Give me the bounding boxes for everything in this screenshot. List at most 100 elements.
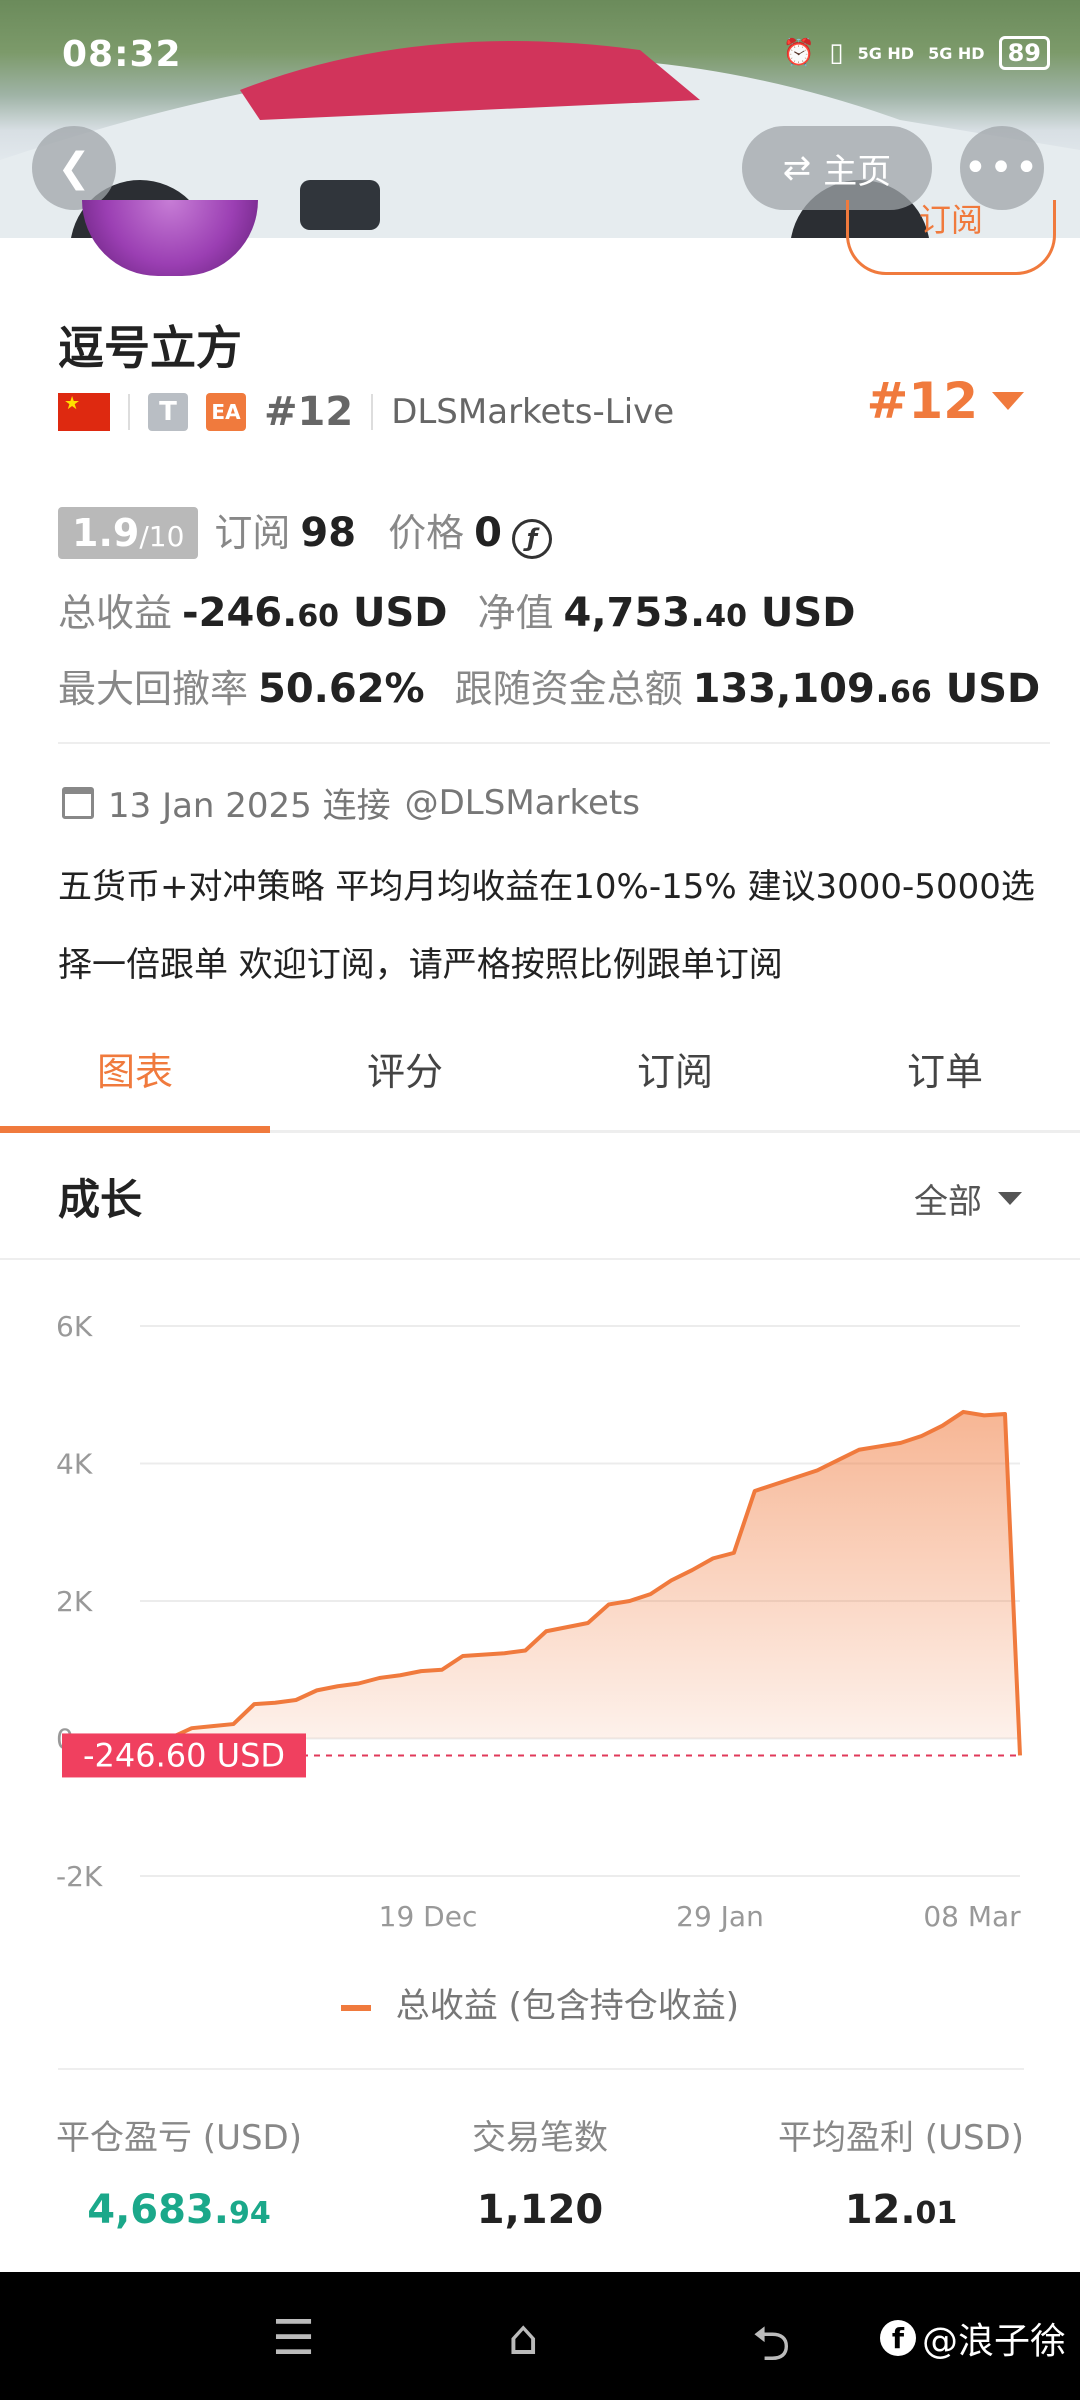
divider (58, 2068, 1024, 2070)
avatar[interactable] (82, 200, 258, 276)
broker-name: DLSMarkets-Live (391, 392, 675, 432)
more-dots-icon: ••• (963, 145, 1041, 191)
home-label: 主页 (823, 151, 892, 192)
y-tick-label: 6K (56, 1310, 93, 1343)
avg-profit-label: 平均盈利 (USD) (778, 2118, 1024, 2158)
total-profit-label: 总收益 (58, 591, 173, 635)
total-profit-unit: USD (353, 590, 448, 636)
trade-count-int: 1,120 (476, 2187, 604, 2233)
summary-stats: 平仓盈亏 (USD) 4,683.94 交易笔数 1,120 平均盈利 (USD… (0, 2110, 1080, 2233)
equity-int: 4,753. (563, 590, 706, 636)
rank-dropdown[interactable]: #12 (867, 372, 1024, 430)
follow-funds-value: 133,109.66 USD (693, 666, 1041, 712)
trade-count: 交易笔数 1,120 (472, 2110, 608, 2233)
price-label: 价格 (388, 511, 465, 555)
signal-1: 5G HD (857, 43, 915, 63)
status-bar: 08:32 ⏰ ▯ 5G HD 5G HD 89 (0, 0, 1080, 110)
battery-icon: 89 (998, 36, 1050, 70)
price-value: 0 (474, 510, 502, 556)
alarm-icon: ⏰ (782, 38, 816, 68)
divider (371, 394, 374, 430)
drawdown-value: 50.62% (258, 666, 425, 712)
follow-funds-int: 133,109. (692, 666, 891, 712)
status-time: 08:32 (62, 34, 182, 75)
growth-chart[interactable]: 6K4K2K0-2K19 Dec29 Jan08 Mar-246.60 USD (0, 1260, 1080, 1960)
rank-small: #12 (264, 389, 354, 435)
equity-label: 净值 (477, 591, 554, 635)
chart-legend: 总收益 (包含持仓收益) (0, 1978, 1080, 2027)
home-icon[interactable]: ⌂ (508, 2310, 538, 2366)
current-value-label: -246.60 USD (83, 1736, 285, 1774)
rating-value: 1.9 (72, 511, 140, 555)
more-button[interactable]: ••• (960, 126, 1044, 210)
china-flag-icon: ★ (58, 393, 110, 431)
subscribe-count-label: 订阅 (214, 511, 291, 555)
watermark-text: @浪子徐 (921, 2321, 1066, 2362)
total-profit-int: -246. (182, 590, 298, 636)
stats-row-1: 1.9/10 订阅 98 价格 0 ƒ (58, 502, 552, 559)
avg-profit-int: 12. (844, 2187, 916, 2233)
tab-rating[interactable]: 评分 (270, 1024, 540, 1130)
y-tick-label: 2K (56, 1585, 93, 1618)
trade-count-label: 交易笔数 (472, 2118, 608, 2158)
equity-unit: USD (760, 590, 856, 636)
legend-label: 总收益 (包含持仓收益) (395, 1986, 740, 2026)
avg-profit-dec: 01 (915, 2196, 958, 2231)
stats-row-2: 总收益 -246.60 USD 净值 4,753.40 USD (58, 582, 855, 637)
caret-down-icon (992, 392, 1024, 410)
divider (128, 394, 130, 430)
stats-row-3: 最大回撤率 50.62% 跟随资金总额 133,109.66 USD (58, 658, 1040, 713)
chevron-left-icon: ❮ (57, 145, 91, 191)
x-tick-label: 19 Dec (379, 1900, 478, 1933)
rating-denominator: /10 (139, 520, 185, 553)
y-tick-label: 4K (56, 1448, 93, 1481)
total-profit-dec: 60 (297, 599, 340, 634)
total-profit-value: -246.60 USD (182, 590, 447, 636)
switch-icon: ⇄ (782, 148, 812, 188)
connection-account[interactable]: @DLSMarkets (405, 783, 640, 823)
equity-value: 4,753.40 USD (564, 590, 856, 636)
follow-funds-label: 跟随资金总额 (454, 667, 683, 711)
tab-bar: 图表 评分 订阅 订单 (0, 1024, 1080, 1133)
connection-line: 13 Jan 2025 连接 @DLSMarkets (62, 778, 640, 827)
x-tick-label: 08 Mar (923, 1900, 1021, 1933)
follow-funds-dec: 66 (890, 675, 932, 710)
status-icons: ⏰ ▯ 5G HD 5G HD 89 (783, 36, 1050, 70)
back-button[interactable]: ❮ (32, 126, 116, 210)
closed-pnl: 平仓盈亏 (USD) 4,683.94 (56, 2110, 302, 2233)
follow-funds-unit: USD (945, 666, 1041, 712)
range-dropdown[interactable]: 全部 (914, 1174, 1022, 1223)
watermark: f @浪子徐 (879, 2312, 1066, 2364)
closed-pnl-value: 4,683.94 (56, 2187, 302, 2233)
tab-subscriptions[interactable]: 订阅 (540, 1024, 810, 1130)
back-icon[interactable]: ⮌ (752, 2310, 790, 2391)
subscribe-button[interactable]: 订阅 (846, 200, 1056, 275)
closed-pnl-int: 4,683. (87, 2187, 229, 2233)
avg-profit-value: 12.01 (778, 2187, 1024, 2233)
signal-2: 5G HD (928, 43, 985, 63)
growth-header: 成长 全部 (0, 1130, 1080, 1260)
tab-chart[interactable]: 图表 (0, 1024, 270, 1133)
strategy-description: 五货币+对冲策略 平均月均收益在10%-15% 建议3000-5000选择一倍跟… (58, 867, 1035, 985)
closed-pnl-label: 平仓盈亏 (USD) (56, 2118, 302, 2158)
strategy-name: 逗号立方 (58, 321, 242, 375)
vibrate-icon: ▯ (829, 38, 844, 68)
badge-ea: EA (206, 393, 246, 431)
system-nav-bar: ☰ ⌂ ⮌ f @浪子徐 (0, 2272, 1080, 2400)
y-tick-label: -2K (56, 1860, 103, 1893)
range-label: 全部 (914, 1182, 982, 1222)
closed-pnl-dec: 94 (228, 2196, 271, 2231)
tab-orders[interactable]: 订单 (810, 1024, 1080, 1130)
calendar-icon (62, 786, 94, 819)
legend-swatch (340, 2004, 371, 2011)
subscribe-count: 98 (300, 510, 357, 556)
watermark-logo-icon: f (879, 2320, 916, 2356)
coin-icon: ƒ (511, 519, 552, 559)
rating-badge: 1.9/10 (58, 507, 199, 559)
caret-down-icon (998, 1192, 1022, 1205)
home-button[interactable]: ⇄ 主页 (742, 126, 932, 210)
subscribe-button-label: 订阅 (918, 201, 983, 239)
x-tick-label: 29 Jan (676, 1900, 764, 1933)
trade-count-value: 1,120 (472, 2187, 608, 2233)
menu-icon[interactable]: ☰ (272, 2310, 315, 2366)
